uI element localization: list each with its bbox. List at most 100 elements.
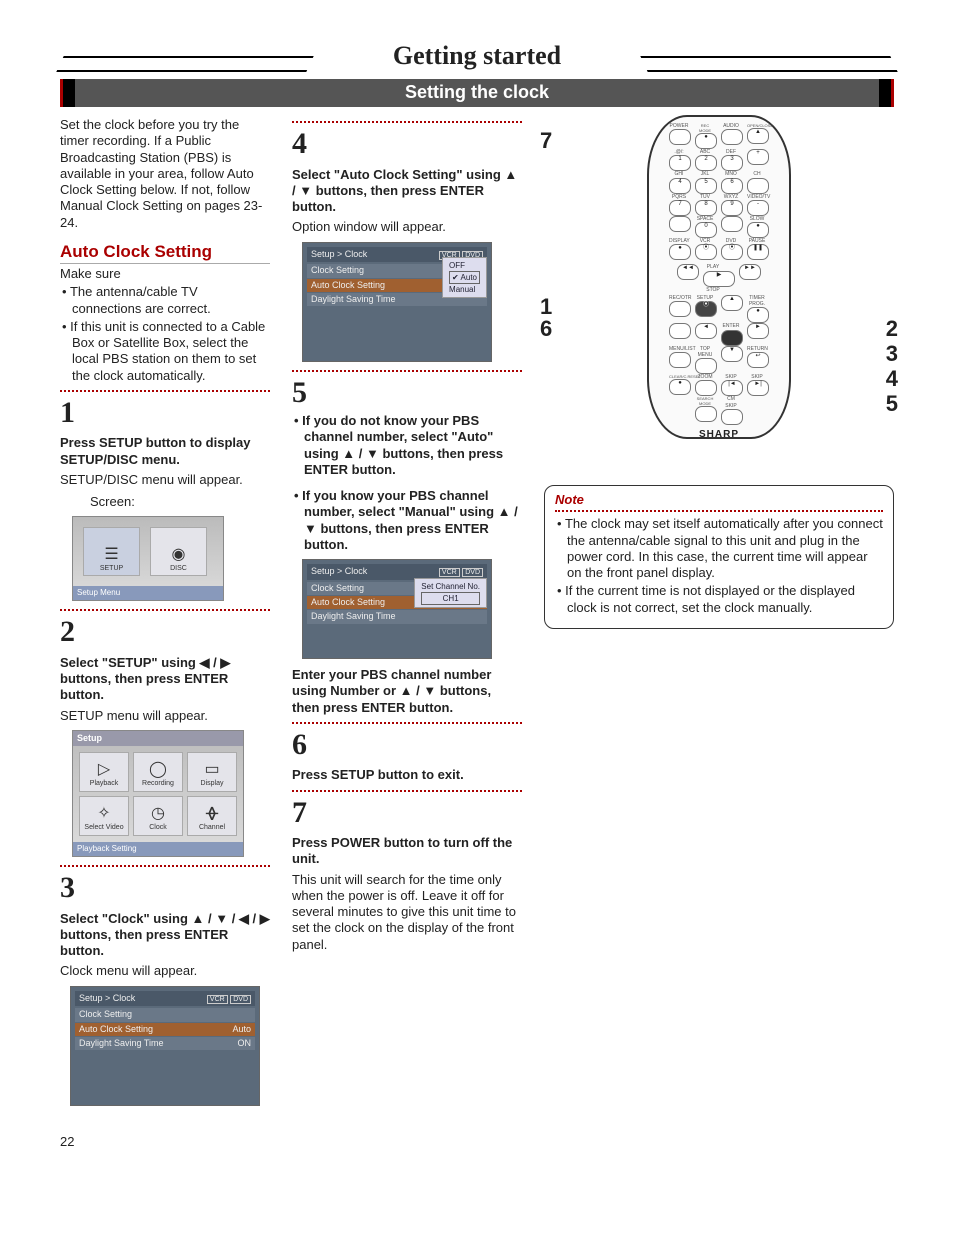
step2-instruction: Select "SETUP" using ◀ / ▶ buttons, then…: [60, 655, 270, 704]
rew-button[interactable]: ◄◄: [677, 264, 699, 280]
divider: [292, 722, 522, 724]
list-item: The antenna/cable TV connections are cor…: [60, 284, 270, 317]
screenshot-footer: Playback Setting: [73, 842, 243, 856]
manual-channel-screenshot: Setup > Clock VCR DVD Clock Setting Auto…: [302, 559, 492, 659]
step5-tail: Enter your PBS channel number using Numb…: [292, 667, 522, 716]
zoom-button[interactable]: [695, 380, 717, 396]
remote-diagram: POWER REC MODE● AUDIO OPEN/CLOSE▲ .@/:1 …: [544, 115, 894, 455]
clock-icon: ◷: [151, 804, 165, 824]
play-icon: ▷: [98, 760, 110, 780]
divider: [292, 370, 522, 372]
ff-button[interactable]: ►►: [739, 264, 761, 280]
channel-icon: ᚖ: [206, 804, 218, 824]
key-blank[interactable]: [669, 216, 691, 232]
step7-instruction: Press POWER button to turn off the unit.: [292, 835, 522, 868]
intro-text: Set the clock before you try the timer r…: [60, 117, 270, 231]
callout-2: 2: [886, 315, 898, 343]
rec-monitor-button[interactable]: [669, 323, 691, 339]
note-box: Note The clock may set itself automatica…: [544, 485, 894, 629]
chapter-title: Getting started: [60, 40, 894, 73]
skip-fwd-button[interactable]: ►|: [747, 380, 769, 396]
chapter-header: Getting started: [60, 40, 894, 73]
up-down-icon: ▲ / ▼: [342, 446, 379, 461]
key-0[interactable]: 0: [695, 222, 717, 238]
rec-otr-button[interactable]: [669, 301, 691, 317]
menu-list-button[interactable]: [669, 352, 691, 368]
callout-4: 4: [886, 365, 898, 393]
rec-mode-button[interactable]: ●: [695, 133, 717, 149]
slow-button[interactable]: ●: [747, 222, 769, 238]
return-button[interactable]: ↩: [747, 352, 769, 368]
clear-button[interactable]: ●: [669, 379, 691, 395]
step-number: 1: [60, 394, 270, 432]
list-item: If this unit is connected to a Cable Box…: [60, 319, 270, 384]
pause-button[interactable]: ❚❚: [747, 244, 769, 260]
step-number: 4: [292, 125, 522, 163]
divider: [292, 790, 522, 792]
nav-up-button[interactable]: ▲: [721, 295, 743, 311]
callout-7: 7: [540, 127, 552, 155]
timer-prog-button[interactable]: ●: [747, 307, 769, 323]
cm-skip-button[interactable]: [721, 409, 743, 425]
nav-left-button[interactable]: ◄: [695, 323, 717, 339]
search-mode-button[interactable]: [695, 406, 717, 422]
key-plus[interactable]: +: [747, 149, 769, 165]
step3-instruction: Select "Clock" using ▲ / ▼ / ◀ / ▶ butto…: [60, 911, 270, 960]
list-item: If the current time is not displayed or …: [555, 583, 883, 616]
step-number: 5: [292, 374, 522, 412]
step4-body: Option window will appear.: [292, 219, 522, 235]
vcr-button[interactable]: ⦿: [695, 244, 717, 260]
record-icon: ◯: [149, 760, 167, 780]
dvd-button[interactable]: ⦿: [721, 244, 743, 260]
remote-control: POWER REC MODE● AUDIO OPEN/CLOSE▲ .@/:1 …: [647, 115, 791, 439]
display-icon: ▭: [204, 760, 219, 780]
prereq-list: The antenna/cable TV connections are cor…: [60, 284, 270, 384]
key-blank2[interactable]: [721, 216, 743, 232]
power-button[interactable]: [669, 129, 691, 145]
key-5[interactable]: 5: [695, 178, 717, 194]
play-button[interactable]: ▶: [703, 271, 735, 287]
auto-clock-popup-screenshot: Setup > Clock VCR DVD Clock Setting Auto…: [302, 242, 492, 362]
column-right: POWER REC MODE● AUDIO OPEN/CLOSE▲ .@/:1 …: [544, 115, 894, 1114]
skip-back-button[interactable]: |◄: [721, 380, 743, 396]
setup-icon: ☰: [104, 545, 118, 565]
auto-clock-heading: Auto Clock Setting: [60, 241, 270, 264]
section-banner: Setting the clock: [60, 79, 894, 108]
key-1[interactable]: 1: [669, 155, 691, 171]
step2-body: SETUP menu will appear.: [60, 708, 270, 724]
divider: [60, 609, 270, 611]
step1-body: SETUP/DISC menu will appear.: [60, 472, 270, 488]
video-tv-button[interactable]: -: [747, 200, 769, 216]
key-9[interactable]: 9: [721, 200, 743, 216]
nav-right-button[interactable]: ►: [747, 323, 769, 339]
setup-button[interactable]: ⦿: [695, 301, 717, 317]
top-menu-button[interactable]: [695, 358, 717, 374]
osd-title: Setup > Clock: [79, 993, 135, 1005]
step6-instruction: Press SETUP button to exit.: [292, 767, 522, 783]
enter-button[interactable]: [721, 330, 743, 346]
key-3[interactable]: 3: [721, 155, 743, 171]
step-number: 7: [292, 794, 522, 832]
audio-button[interactable]: [721, 129, 743, 145]
left-right-icon: ◀ / ▶: [199, 655, 230, 670]
brand-label: SHARP: [649, 429, 789, 442]
divider: [60, 390, 270, 392]
divider: [292, 121, 522, 123]
ch-button[interactable]: [747, 178, 769, 194]
page-number: 22: [60, 1134, 894, 1150]
key-8[interactable]: 8: [695, 200, 717, 216]
display-button[interactable]: ●: [669, 244, 691, 260]
key-4[interactable]: 4: [669, 178, 691, 194]
eject-button[interactable]: ▲: [747, 128, 769, 144]
column-middle: 4 Select "Auto Clock Setting" using ▲ / …: [292, 115, 522, 1114]
divider: [555, 510, 883, 512]
disc-label: DISC: [170, 565, 187, 574]
nav-down-button[interactable]: ▼: [721, 346, 743, 362]
step-number: 2: [60, 613, 270, 651]
divider: [60, 865, 270, 867]
key-7[interactable]: 7: [669, 200, 691, 216]
list-item: If you know your PBS channel number, sel…: [292, 488, 522, 553]
screen-label: Screen:: [90, 494, 270, 510]
key-6[interactable]: 6: [721, 178, 743, 194]
key-2[interactable]: 2: [695, 155, 717, 171]
